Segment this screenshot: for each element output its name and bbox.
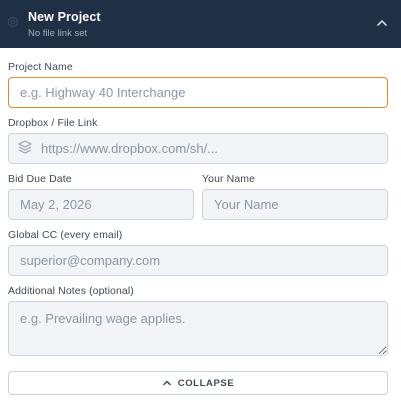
layers-icon xyxy=(18,140,32,154)
chevron-up-icon xyxy=(162,380,171,386)
collapse-label: COLLAPSE xyxy=(177,377,235,389)
your-name-label: Your Name xyxy=(202,173,256,185)
file-link-status: No file link set xyxy=(28,28,88,39)
notes-label: Additional Notes (optional) xyxy=(8,285,134,297)
file-link-input[interactable] xyxy=(8,133,388,164)
project-name-label: Project Name xyxy=(8,61,73,73)
project-header[interactable]: New Project No file link set xyxy=(0,0,401,48)
bid-due-date-label: Bid Due Date xyxy=(8,173,72,185)
collapse-button[interactable]: COLLAPSE xyxy=(8,371,388,395)
project-title: New Project xyxy=(28,10,101,24)
project-name-input[interactable] xyxy=(8,77,388,108)
bid-due-date-input[interactable] xyxy=(8,189,194,220)
global-cc-input[interactable] xyxy=(8,245,388,276)
notes-textarea[interactable] xyxy=(8,301,388,356)
file-link-label: Dropbox / File Link xyxy=(8,117,98,129)
chevron-up-icon[interactable] xyxy=(375,16,389,30)
your-name-input[interactable] xyxy=(202,189,388,220)
gear-icon xyxy=(7,16,19,28)
global-cc-label: Global CC (every email) xyxy=(8,229,123,241)
